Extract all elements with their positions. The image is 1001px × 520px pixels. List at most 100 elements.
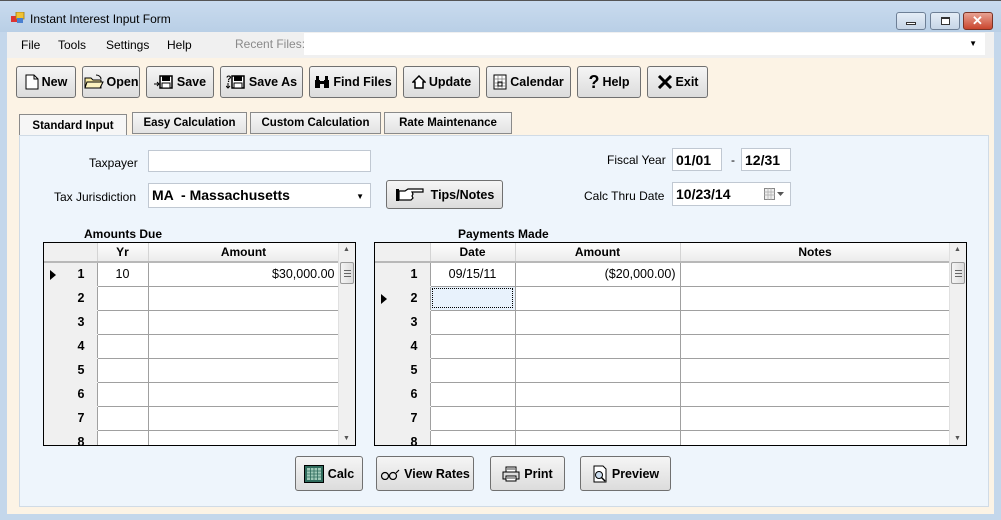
fiscal-year-end-input[interactable]: 12/31	[741, 148, 791, 171]
notes-cell[interactable]	[680, 334, 951, 359]
fiscal-year-start-input[interactable]: 01/01	[672, 148, 722, 171]
amount-cell[interactable]	[515, 334, 681, 359]
scroll-up-icon[interactable]: ▲	[343, 246, 350, 253]
row-header[interactable]: 5	[375, 358, 431, 383]
table-row[interactable]: 3	[44, 310, 340, 335]
table-row[interactable]: 6	[375, 382, 951, 407]
maximize-button[interactable]	[930, 12, 960, 30]
yr-cell[interactable]	[97, 430, 149, 445]
notes-cell[interactable]	[680, 382, 951, 407]
row-header[interactable]: 5	[44, 358, 98, 383]
tab-custom-calculation[interactable]: Custom Calculation	[250, 112, 381, 134]
column-header-notes[interactable]: Notes	[680, 243, 951, 263]
yr-cell[interactable]	[97, 310, 149, 335]
menu-file[interactable]: File	[21, 38, 40, 52]
amount-cell[interactable]	[148, 358, 340, 383]
amount-cell[interactable]	[148, 286, 340, 311]
amount-cell[interactable]	[515, 286, 681, 311]
table-row[interactable]: 7	[375, 406, 951, 431]
calendar-button[interactable]: Calendar	[486, 66, 571, 98]
row-header[interactable]: 7	[44, 406, 98, 431]
view-rates-button[interactable]: View Rates	[376, 456, 474, 491]
amount-cell[interactable]	[148, 310, 340, 335]
calc-button[interactable]: Calc	[295, 456, 363, 491]
notes-cell[interactable]	[680, 406, 951, 431]
notes-cell[interactable]	[680, 358, 951, 383]
yr-cell[interactable]	[97, 334, 149, 359]
close-button[interactable]: ✕	[963, 12, 993, 30]
tab-standard-input[interactable]: Standard Input	[19, 114, 127, 136]
scroll-down-icon[interactable]: ▼	[954, 435, 961, 442]
calc-thru-date-picker[interactable]: 10/23/14	[672, 182, 791, 206]
amount-cell[interactable]: $30,000.00	[148, 262, 340, 287]
update-button[interactable]: Update	[403, 66, 480, 98]
yr-cell[interactable]	[97, 382, 149, 407]
date-cell[interactable]: 09/15/11	[430, 262, 516, 287]
print-button[interactable]: Print	[490, 456, 565, 491]
menu-settings[interactable]: Settings	[106, 38, 149, 52]
table-row[interactable]: 2	[375, 286, 951, 311]
amounts-due-scrollbar[interactable]: ▲ ▼	[338, 243, 355, 445]
menu-help[interactable]: Help	[167, 38, 192, 52]
notes-cell[interactable]	[680, 286, 951, 311]
tab-rate-maintenance[interactable]: Rate Maintenance	[384, 112, 512, 134]
row-header[interactable]: 6	[375, 382, 431, 407]
scroll-thumb[interactable]	[340, 262, 354, 284]
yr-cell[interactable]	[97, 406, 149, 431]
row-header[interactable]: 8	[375, 430, 431, 445]
table-row[interactable]: 7	[44, 406, 340, 431]
amount-cell[interactable]	[148, 406, 340, 431]
column-header-date[interactable]: Date	[430, 243, 516, 263]
row-header[interactable]: 4	[44, 334, 98, 359]
taxpayer-input[interactable]	[148, 150, 371, 172]
amount-cell[interactable]	[515, 358, 681, 383]
tab-easy-calculation[interactable]: Easy Calculation	[132, 112, 247, 134]
amount-cell[interactable]	[515, 430, 681, 445]
yr-cell[interactable]	[97, 358, 149, 383]
yr-cell[interactable]: 10	[97, 262, 149, 287]
row-header[interactable]: 2	[44, 286, 98, 311]
row-header[interactable]: 3	[44, 310, 98, 335]
row-header[interactable]: 3	[375, 310, 431, 335]
table-row[interactable]: 3	[375, 310, 951, 335]
scroll-down-icon[interactable]: ▼	[343, 435, 350, 442]
notes-cell[interactable]	[680, 262, 951, 287]
tax-jurisdiction-dropdown[interactable]: MA - Massachusetts ▼	[148, 183, 371, 208]
date-cell[interactable]	[430, 334, 516, 359]
row-header[interactable]: 7	[375, 406, 431, 431]
table-row[interactable]: 6	[44, 382, 340, 407]
date-cell[interactable]	[430, 382, 516, 407]
preview-button[interactable]: Preview	[580, 456, 671, 491]
table-row[interactable]: 1 10 $30,000.00	[44, 262, 340, 287]
table-row[interactable]: 8	[375, 430, 951, 445]
row-header[interactable]: 2	[375, 286, 431, 311]
table-row[interactable]: 5	[44, 358, 340, 383]
table-row[interactable]: 4	[44, 334, 340, 359]
open-button[interactable]: Open	[82, 66, 140, 98]
menu-tools[interactable]: Tools	[58, 38, 86, 52]
help-button[interactable]: ? Help	[577, 66, 641, 98]
minimize-button[interactable]	[896, 12, 926, 30]
amount-cell[interactable]	[148, 430, 340, 445]
notes-cell[interactable]	[680, 310, 951, 335]
row-header[interactable]: 6	[44, 382, 98, 407]
amount-cell[interactable]	[148, 334, 340, 359]
table-row[interactable]: 1 09/15/11 ($20,000.00)	[375, 262, 951, 287]
scroll-up-icon[interactable]: ▲	[954, 246, 961, 253]
amount-cell[interactable]: ($20,000.00)	[515, 262, 681, 287]
column-header-yr[interactable]: Yr	[97, 243, 149, 263]
date-cell[interactable]	[430, 358, 516, 383]
scroll-thumb[interactable]	[951, 262, 965, 284]
row-header[interactable]: 1	[375, 262, 431, 287]
date-cell[interactable]	[430, 430, 516, 445]
notes-cell[interactable]	[680, 430, 951, 445]
exit-button[interactable]: Exit	[647, 66, 708, 98]
table-row[interactable]: 8	[44, 430, 340, 445]
save-as-button[interactable]: ? Save As	[220, 66, 303, 98]
save-button[interactable]: Save	[146, 66, 214, 98]
column-header-amount[interactable]: Amount	[148, 243, 340, 263]
amount-cell[interactable]	[515, 310, 681, 335]
recent-files-dropdown[interactable]: ▼	[304, 33, 985, 55]
date-cell[interactable]	[430, 406, 516, 431]
new-button[interactable]: New	[16, 66, 76, 98]
